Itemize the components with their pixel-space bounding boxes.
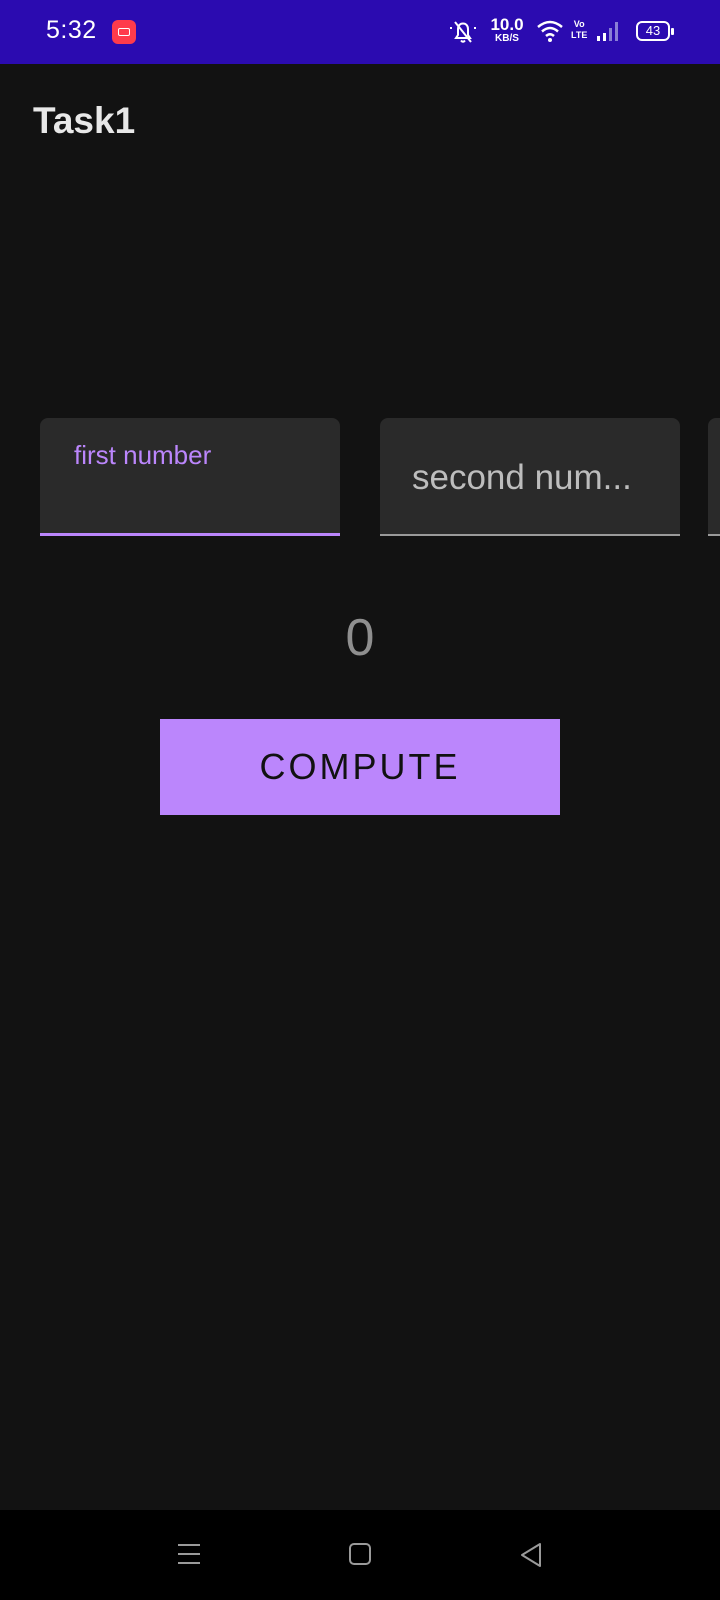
second-number-placeholder: second num...: [412, 458, 632, 497]
third-number-field[interactable]: [708, 418, 720, 536]
compute-button[interactable]: COMPUTE: [160, 719, 560, 815]
navigation-bar: [0, 1510, 720, 1600]
network-speed: 10.0 KB/S: [489, 16, 525, 44]
screen-record-icon: [112, 20, 136, 44]
battery-indicator: 43: [636, 21, 674, 41]
cell-signal-icon: [597, 22, 618, 41]
bell-off-icon: [450, 21, 476, 43]
menu-icon[interactable]: [176, 1542, 202, 1566]
status-bar: 5:32 10.0 KB/S Vo LTE 43: [0, 0, 720, 64]
second-number-field[interactable]: second num...: [380, 418, 680, 536]
volte-bottom: LTE: [571, 30, 588, 40]
volte-top: Vo: [573, 19, 585, 29]
status-time: 5:32: [46, 16, 97, 44]
app-title: Task1: [33, 100, 136, 141]
first-number-label: first number: [74, 440, 212, 470]
home-square-icon[interactable]: [349, 1543, 371, 1565]
back-triangle-icon[interactable]: [518, 1541, 546, 1569]
speed-unit: KB/S: [495, 33, 519, 44]
speed-value: 10.0: [490, 15, 524, 34]
wifi-icon: [537, 20, 563, 42]
result-value: 0: [345, 609, 375, 667]
volte-indicator: Vo LTE: [571, 19, 587, 41]
first-number-field[interactable]: first number: [40, 418, 340, 536]
